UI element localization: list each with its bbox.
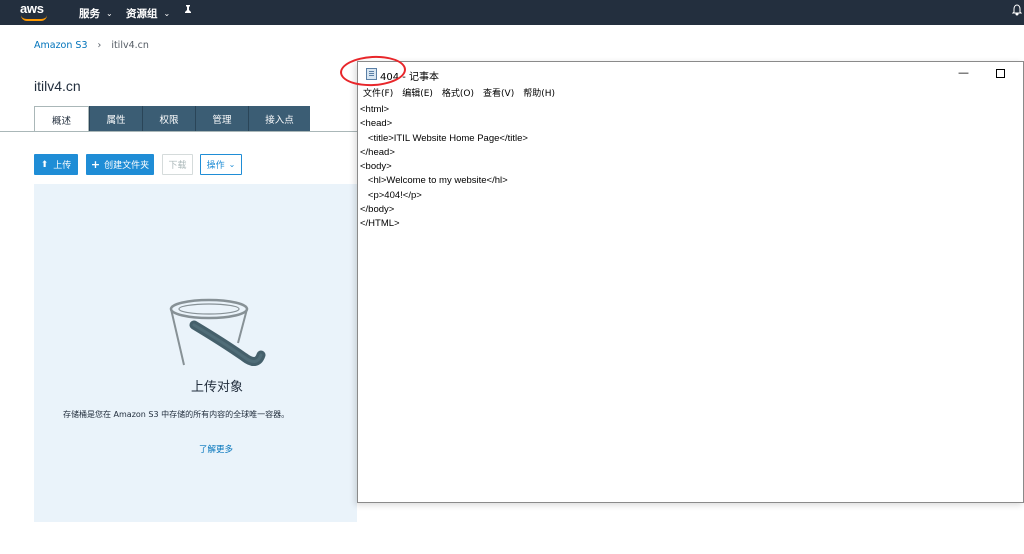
- tab-access-points[interactable]: 接入点: [248, 106, 310, 132]
- menu-help[interactable]: 帮助(H): [523, 86, 555, 101]
- resource-groups-menu-label: 资源组: [126, 8, 158, 20]
- notepad-window[interactable]: 404 - 记事本 — 文件(F) 编辑(E) 格式(O) 查看(V) 帮助(H…: [357, 61, 1024, 503]
- code-line: </head>: [360, 146, 395, 158]
- create-folder-button-label: 创建文件夹: [104, 161, 150, 171]
- aws-logo[interactable]: aws: [20, 1, 50, 23]
- actions-dropdown-button[interactable]: 操作 ⌄: [200, 154, 242, 175]
- breadcrumb-current: itilv4.cn: [111, 40, 149, 51]
- top-nav-bar: aws 服务 ⌄ 资源组 ⌄: [0, 0, 1024, 25]
- tab-management[interactable]: 管理: [195, 106, 248, 132]
- empty-state-heading: 上传对象: [190, 379, 243, 394]
- menu-edit[interactable]: 编辑(E): [402, 86, 433, 101]
- chevron-down-icon: ⌄: [163, 9, 171, 18]
- bucket-tabs: 概述 属性 权限 管理 接入点: [34, 106, 310, 132]
- page-title: itilv4.cn: [34, 78, 81, 94]
- chevron-down-icon: ⌄: [228, 160, 236, 169]
- code-line: </body>: [360, 204, 395, 216]
- resource-groups-menu[interactable]: 资源组 ⌄: [126, 6, 170, 21]
- code-line: </HTML>: [360, 218, 400, 230]
- code-line: <head>: [360, 118, 393, 130]
- services-menu-label: 服务: [79, 8, 100, 20]
- bell-icon[interactable]: [1011, 4, 1023, 19]
- aws-smile-icon: [21, 15, 47, 21]
- tabs-divider: [0, 131, 357, 132]
- code-line: <html>: [360, 104, 390, 115]
- breadcrumb: Amazon S3 › itilv4.cn: [34, 40, 149, 51]
- services-menu[interactable]: 服务 ⌄: [79, 6, 113, 21]
- upload-button-label: 上传: [53, 161, 72, 171]
- learn-more-link[interactable]: 了解更多: [199, 443, 233, 455]
- menu-format[interactable]: 格式(O): [442, 86, 474, 101]
- minimize-button[interactable]: —: [958, 66, 969, 79]
- empty-bucket-panel: 上传对象 存储桶是您在 Amazon S3 中存储的所有内容的全球唯一容器。 了…: [34, 184, 357, 522]
- tab-permissions[interactable]: 权限: [142, 106, 195, 132]
- aws-logo-text: aws: [20, 1, 44, 16]
- bucket-illustration-icon: [169, 298, 266, 366]
- chevron-down-icon: ⌄: [106, 9, 113, 18]
- upload-button[interactable]: ⬆ 上传: [34, 154, 78, 175]
- code-line: <hl>Welcome to my website</hl>: [360, 175, 508, 187]
- code-line: <body>: [360, 161, 392, 173]
- maximize-button[interactable]: [996, 69, 1005, 78]
- create-folder-button[interactable]: + 创建文件夹: [86, 154, 154, 175]
- plus-icon: +: [90, 158, 101, 171]
- menu-view[interactable]: 查看(V): [483, 86, 514, 101]
- tab-properties[interactable]: 属性: [89, 106, 142, 132]
- empty-state-description: 存储桶是您在 Amazon S3 中存储的所有内容的全球唯一容器。: [63, 410, 290, 419]
- code-line: <p>404!</p>: [360, 189, 422, 201]
- upload-icon: ⬆: [40, 159, 49, 170]
- actions-button-label: 操作: [206, 161, 225, 171]
- notepad-text-area[interactable]: <html> <head> <title>ITIL Website Home P…: [358, 102, 1023, 502]
- menu-file[interactable]: 文件(F): [363, 86, 393, 101]
- breadcrumb-link-amazon-s3[interactable]: Amazon S3: [34, 40, 88, 51]
- breadcrumb-separator: ›: [97, 40, 102, 51]
- code-line: <title>ITIL Website Home Page</title>: [360, 132, 528, 144]
- notepad-titlebar[interactable]: 404 - 记事本 —: [358, 62, 1023, 86]
- download-button[interactable]: 下载: [162, 154, 193, 175]
- tab-overview[interactable]: 概述: [34, 106, 89, 132]
- pin-icon[interactable]: [183, 5, 193, 20]
- notepad-menubar: 文件(F) 编辑(E) 格式(O) 查看(V) 帮助(H): [358, 86, 1023, 101]
